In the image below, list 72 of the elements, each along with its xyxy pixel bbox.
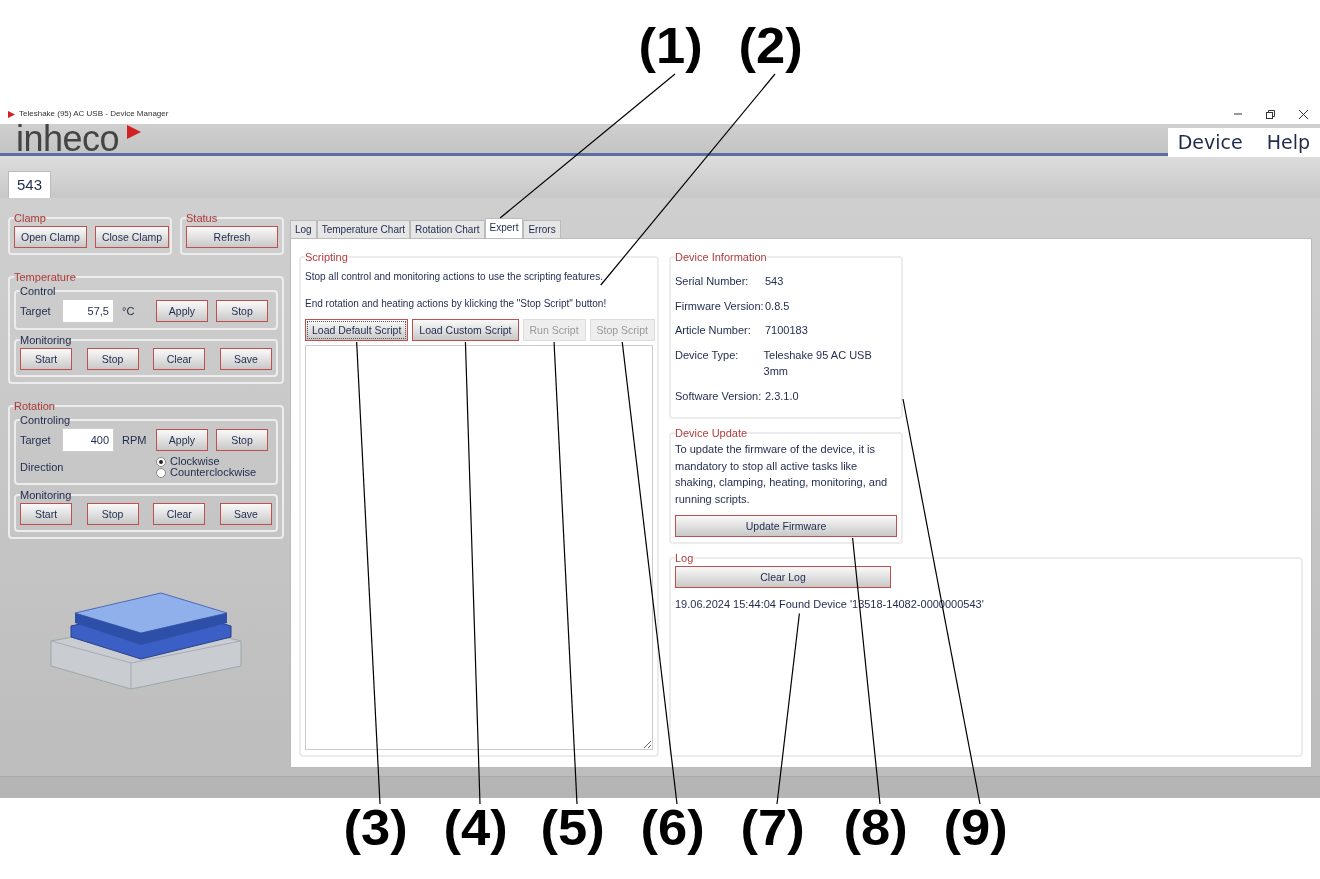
group-title: Scripting: [305, 251, 348, 263]
tab[interactable]: Log: [290, 220, 317, 238]
button[interactable]: Refresh: [186, 226, 278, 248]
group-title: Monitoring: [20, 334, 72, 346]
window-title: Teleshake (95) AC USB - Device Manager: [19, 108, 169, 120]
callout-number: (3): [343, 800, 408, 856]
button[interactable]: Clear: [153, 503, 206, 525]
callout-number: (6): [640, 800, 705, 856]
info-label: Device Type:: [675, 347, 740, 363]
info-label: Serial Number:: [675, 274, 750, 289]
button[interactable]: Load Default Script: [305, 319, 409, 341]
menu-item[interactable]: Help: [1266, 128, 1310, 157]
tab[interactable]: Temperature Chart: [316, 220, 411, 238]
button[interactable]: Start: [20, 503, 72, 525]
group-title: Clamp: [14, 212, 46, 224]
info-value: 7100183: [765, 323, 808, 338]
button[interactable]: Stop: [216, 300, 268, 322]
callout-number: (9): [943, 800, 1008, 856]
button[interactable]: Apply: [156, 429, 208, 451]
group-title: Device Update: [675, 427, 748, 439]
button[interactable]: Apply: [156, 300, 208, 322]
group-title: Temperature: [14, 271, 76, 283]
tab[interactable]: Rotation Chart: [410, 220, 485, 238]
radio-label: Counterclockwise: [170, 467, 257, 478]
group-title: Log: [675, 552, 694, 564]
callout-number: (7): [740, 800, 805, 856]
info-label: Article Number:: [675, 323, 752, 338]
logo-text: inheco: [16, 122, 120, 155]
menu-item[interactable]: Device: [1177, 128, 1243, 157]
group-title: Controling: [20, 414, 71, 426]
field-label: Target: [20, 432, 52, 448]
info-value: 543: [765, 274, 784, 289]
info-label: Firmware Version:: [675, 298, 765, 314]
callout-number: (1): [638, 18, 703, 74]
button[interactable]: Start: [20, 348, 72, 370]
update-text: To update the firmware of the device, it is mandatory to stop all active tasks like shaking, clamping, heating, monitoring, and running scripts.: [675, 442, 889, 507]
callout-number: (5): [540, 800, 605, 856]
button[interactable]: Open Clamp: [14, 226, 87, 248]
group-title: Control: [20, 285, 56, 297]
info-value: Teleshake 95 AC USB 3mm: [763, 347, 873, 379]
button[interactable]: Load Custom Script: [412, 319, 519, 341]
instruction-text: Stop all control and monitoring actions to use the scripting features.: [305, 270, 604, 284]
info-label: Software Version:: [675, 388, 763, 404]
info-value: 2.3.1.0: [765, 388, 799, 404]
button[interactable]: Stop: [86, 503, 139, 525]
device-tab[interactable]: 543: [8, 170, 52, 198]
group-title: Monitoring: [20, 489, 72, 501]
button[interactable]: Clear Log: [675, 566, 891, 588]
unit-label: °C: [122, 303, 136, 319]
tab[interactable]: Errors: [523, 220, 561, 238]
button[interactable]: Save: [219, 503, 272, 525]
target-field[interactable]: 57,5: [62, 299, 114, 323]
callout-number: (2): [738, 18, 803, 74]
button[interactable]: Stop: [216, 429, 268, 451]
target-field[interactable]: 400: [62, 428, 114, 452]
unit-label: RPM: [122, 432, 148, 448]
radio-label: Clockwise: [170, 456, 220, 467]
info-value: 0.8.5: [765, 298, 790, 314]
field-label: Direction: [20, 459, 65, 475]
field-label: Target: [20, 303, 52, 319]
button[interactable]: Update Firmware: [675, 515, 897, 537]
group-title: Status: [186, 212, 218, 224]
group-title: Rotation: [14, 400, 55, 412]
tab[interactable]: Expert: [484, 218, 524, 238]
button[interactable]: Stop: [86, 348, 139, 370]
button[interactable]: Close Clamp: [94, 226, 170, 248]
instruction-text: End rotation and heating actions by klicking the "Stop Script" button!: [305, 297, 608, 311]
callout-number: (8): [843, 800, 908, 856]
button[interactable]: Save: [219, 348, 272, 370]
button[interactable]: Clear: [153, 348, 206, 370]
callout-number: (4): [443, 800, 508, 856]
group-title: Device Information: [675, 251, 767, 263]
